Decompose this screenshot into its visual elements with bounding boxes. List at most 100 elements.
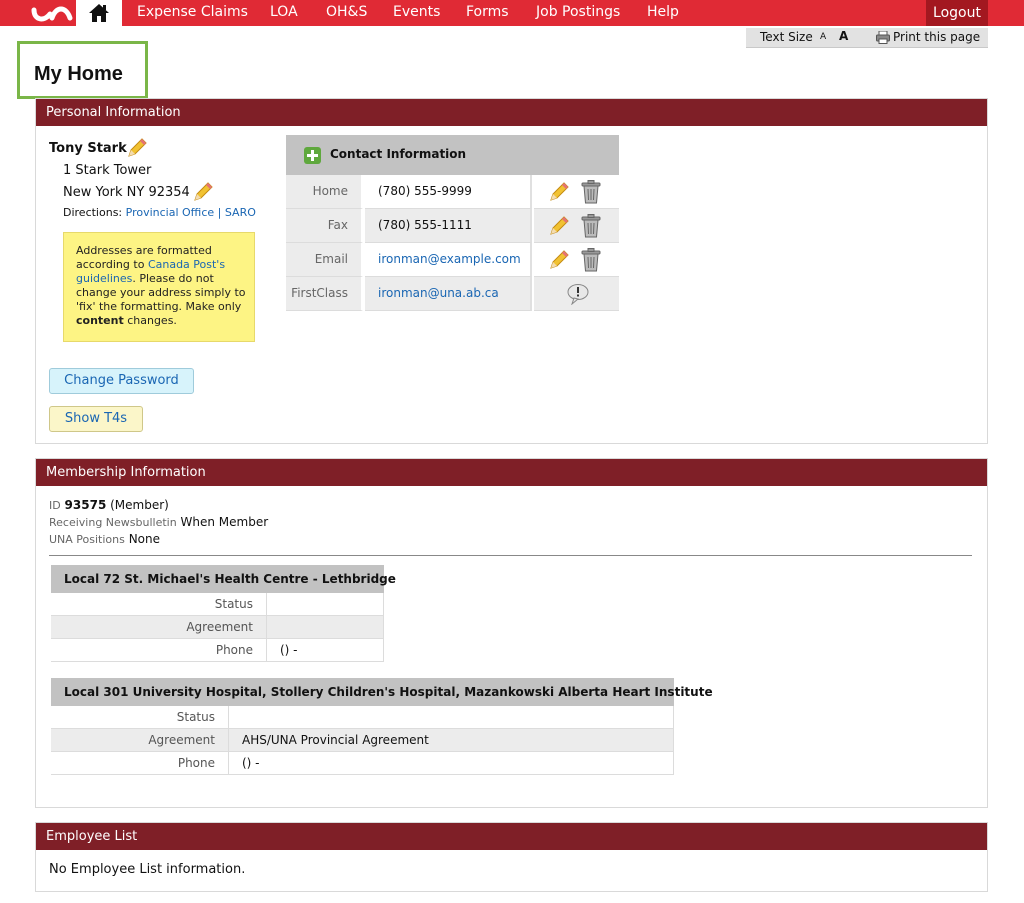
note-text: changes.	[123, 314, 177, 327]
local-key: Status	[51, 593, 267, 615]
trash-icon[interactable]	[580, 248, 602, 276]
edit-name-pencil-icon[interactable]	[126, 137, 148, 163]
contact-actions	[534, 209, 619, 243]
provincial-office-link[interactable]: Provincial Office	[126, 206, 215, 219]
table-row: Status	[51, 706, 674, 729]
text-size-small-button[interactable]: A	[820, 32, 826, 42]
trash-icon[interactable]	[580, 214, 602, 242]
local-value	[267, 616, 384, 638]
contact-label: FirstClass	[286, 277, 363, 311]
table-row: Agreement AHS/UNA Provincial Agreement	[51, 729, 674, 752]
local-table: Local 72 St. Michael's Health Centre - L…	[51, 565, 396, 662]
nav-help[interactable]: Help	[647, 4, 679, 20]
home-icon	[89, 4, 109, 22]
employee-list-header: Employee List	[36, 823, 987, 850]
contact-actions	[534, 175, 619, 209]
local-title: Local 72 St. Michael's Health Centre - L…	[51, 565, 396, 593]
local-title: Local 301 University Hospital, Stollery …	[51, 678, 713, 706]
local-key: Phone	[51, 752, 229, 774]
local-value	[267, 593, 384, 615]
printer-icon[interactable]	[876, 30, 890, 47]
contact-information-title: Contact Information	[330, 147, 467, 161]
directions-separator: |	[217, 206, 222, 219]
local-value: () -	[267, 639, 384, 661]
address-line-2: New York NY 92354	[63, 185, 190, 200]
pencil-icon[interactable]	[548, 215, 570, 241]
member-name: Tony Stark	[49, 141, 127, 156]
top-nav: Expense Claims LOA OH&S Events Forms Job…	[0, 0, 1024, 26]
employee-list-panel: Employee List No Employee List informati…	[35, 822, 988, 892]
contact-actions	[534, 277, 619, 311]
print-page-link[interactable]: Print this page	[893, 30, 980, 44]
nav-job-postings[interactable]: Job Postings	[536, 4, 620, 20]
text-size-label: Text Size	[760, 30, 813, 44]
newsbulletin-row: Receiving Newsbulletin When Member	[49, 515, 268, 529]
contact-information-header: Contact Information	[286, 135, 619, 175]
contact-row: Email ironman@example.com	[286, 243, 619, 277]
nav-ohs[interactable]: OH&S	[326, 4, 367, 20]
membership-information-header: Membership Information	[36, 459, 987, 486]
newsbulletin-key: Receiving Newsbulletin	[49, 516, 177, 529]
contact-value: (780) 555-9999	[365, 175, 532, 209]
una-positions-row: UNA Positions None	[49, 532, 160, 546]
local-value: AHS/UNA Provincial Agreement	[229, 729, 674, 751]
local-value: () -	[229, 752, 674, 774]
nav-loa[interactable]: LOA	[270, 4, 298, 20]
table-row: Phone () -	[51, 639, 384, 662]
personal-information-header: Personal Information	[36, 99, 987, 126]
local-table: Local 301 University Hospital, Stollery …	[51, 678, 713, 775]
contact-label: Fax	[286, 209, 363, 243]
local-key: Status	[51, 706, 229, 728]
page-tools-bar: Text Size A A Print this page	[746, 28, 988, 48]
email-link[interactable]: ironman@example.com	[365, 243, 532, 277]
contact-row: FirstClass ironman@una.ab.ca	[286, 277, 619, 311]
directions-label: Directions:	[63, 206, 123, 219]
contact-value: (780) 555-1111	[365, 209, 532, 243]
change-password-button[interactable]: Change Password	[49, 368, 194, 394]
home-tab[interactable]	[76, 0, 122, 26]
logout-button[interactable]: Logout	[926, 0, 988, 26]
local-key: Agreement	[51, 729, 229, 751]
local-key: Phone	[51, 639, 267, 661]
table-row: Status	[51, 593, 384, 616]
saro-link[interactable]: SARO	[225, 206, 256, 219]
address-format-note: Addresses are formatted according to Can…	[63, 232, 255, 342]
contact-information-table: Contact Information Home (780) 555-9999 …	[286, 135, 619, 311]
page-title: My Home	[34, 63, 123, 85]
pencil-icon[interactable]	[548, 249, 570, 275]
show-t4s-button[interactable]: Show T4s	[49, 406, 143, 432]
employee-list-message: No Employee List information.	[49, 862, 246, 877]
personal-information-panel: Personal Information Tony Stark 1 Stark …	[35, 98, 988, 444]
local-key: Agreement	[51, 616, 267, 638]
una-positions-value: None	[128, 532, 161, 546]
contact-row: Fax (780) 555-1111	[286, 209, 619, 243]
contact-actions	[534, 243, 619, 277]
una-logo-icon[interactable]	[30, 2, 74, 24]
table-row: Agreement	[51, 616, 384, 639]
nav-events[interactable]: Events	[393, 4, 440, 20]
firstclass-link[interactable]: ironman@una.ab.ca	[365, 277, 532, 311]
nav-forms[interactable]: Forms	[466, 4, 509, 20]
member-id-row: ID 93575 (Member)	[49, 498, 169, 512]
trash-icon[interactable]	[580, 180, 602, 208]
una-positions-key: UNA Positions	[49, 533, 125, 546]
member-id-value: 93575	[64, 498, 107, 512]
member-id-key: ID	[49, 499, 61, 512]
pencil-icon[interactable]	[548, 181, 570, 207]
directions-row: Directions: Provincial Office | SARO	[63, 206, 256, 219]
contact-row: Home (780) 555-9999	[286, 175, 619, 209]
address-line-1: 1 Stark Tower	[63, 163, 152, 178]
nav-expense-claims[interactable]: Expense Claims	[137, 4, 248, 20]
local-value	[229, 706, 674, 728]
note-bold-text: content	[76, 314, 124, 327]
add-contact-plus-icon[interactable]	[304, 147, 321, 164]
newsbulletin-value: When Member	[180, 515, 269, 529]
contact-label: Home	[286, 175, 363, 209]
divider	[49, 555, 972, 556]
text-size-large-button[interactable]: A	[839, 29, 848, 43]
info-bubble-icon[interactable]	[566, 283, 590, 309]
member-status: (Member)	[110, 498, 169, 512]
edit-address-pencil-icon[interactable]	[192, 181, 214, 207]
contact-label: Email	[286, 243, 363, 277]
table-row: Phone () -	[51, 752, 674, 775]
